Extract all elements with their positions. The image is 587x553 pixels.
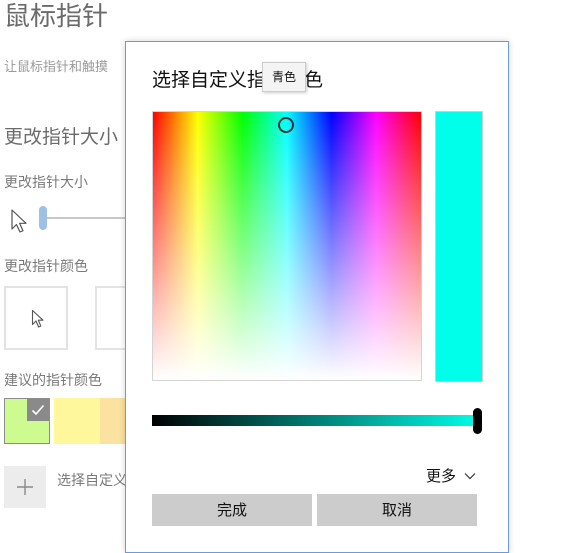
- suggested-color-swatch[interactable]: [4, 398, 50, 444]
- spectrum-selector-handle[interactable]: [278, 117, 294, 133]
- more-options-label: 更多: [426, 467, 457, 485]
- color-spectrum[interactable]: [152, 111, 422, 381]
- more-options-toggle[interactable]: 更多: [426, 465, 476, 486]
- section-title: 更改指针大小: [4, 126, 119, 148]
- suggested-colors-label: 建议的指针颜色: [4, 373, 102, 389]
- plus-icon: [17, 479, 33, 495]
- color-name-tooltip: 青色: [262, 62, 306, 92]
- pointer-size-slider-thumb[interactable]: [39, 206, 47, 230]
- selected-badge: [27, 399, 49, 421]
- selected-color-preview: [435, 111, 483, 382]
- brightness-slider-thumb[interactable]: [473, 408, 482, 434]
- add-custom-color-button[interactable]: [4, 466, 46, 508]
- checkmark-icon: [31, 404, 45, 416]
- pointer-style-white[interactable]: [4, 286, 68, 350]
- chevron-down-icon: [464, 472, 476, 479]
- pointer-size-slider-track[interactable]: [42, 217, 132, 219]
- custom-color-dialog: 选择自定义指针颜色 青色 更多 完成 取消: [125, 41, 509, 553]
- settings-window: 鼠标指针 让鼠标指针和触摸 更改指针大小 更改指针大小 更改指针颜色 建议的指针…: [0, 0, 587, 553]
- pointer-arrow-icon: [31, 309, 44, 328]
- done-button[interactable]: 完成: [152, 494, 312, 526]
- suggested-color-swatch[interactable]: [54, 398, 100, 444]
- page-subtitle: 让鼠标指针和触摸: [4, 60, 109, 75]
- cancel-button[interactable]: 取消: [317, 494, 477, 526]
- brightness-slider-track[interactable]: [152, 415, 481, 426]
- pointer-size-label: 更改指针大小: [4, 175, 88, 191]
- page-title: 鼠标指针: [4, 2, 109, 32]
- custom-color-label: 选择自定义: [57, 473, 127, 489]
- pointer-color-label: 更改指针颜色: [4, 259, 88, 275]
- pointer-arrow-icon: [10, 208, 30, 234]
